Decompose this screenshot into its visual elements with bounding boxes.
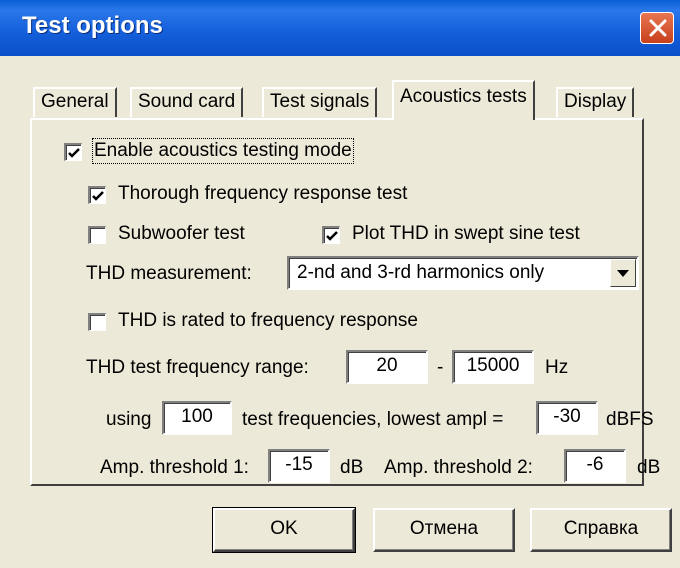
help-button[interactable]: Справка [530, 508, 672, 552]
tab-label: Acoustics tests [400, 86, 527, 107]
thd-rated-checkbox[interactable] [88, 313, 106, 331]
enable-acoustics-label[interactable]: Enable acoustics testing mode [92, 138, 354, 164]
threshold1-unit: dB [340, 457, 364, 478]
thd-measurement-select[interactable]: 2-nd and 3-rd harmonics only [287, 256, 639, 290]
threshold1-label: Amp. threshold 1: [100, 457, 249, 478]
tab-label: General [41, 91, 109, 112]
checkmark-icon [92, 191, 104, 201]
threshold1-input[interactable]: -15 [268, 449, 330, 483]
tab-label: Display [564, 91, 627, 112]
tab-label: Sound card [138, 91, 236, 112]
using-label: using [106, 409, 152, 430]
test-options-dialog: Test options General Sound card Test sig… [0, 0, 680, 568]
tab-label: Test signals [270, 91, 370, 112]
thd-measurement-label: THD measurement: [86, 263, 252, 284]
thorough-frequency-label[interactable]: Thorough frequency response test [118, 183, 407, 205]
chevron-down-icon [617, 270, 629, 277]
thd-range-label: THD test frequency range: [86, 357, 309, 378]
hz-unit-label: Hz [545, 357, 569, 378]
thd-measurement-value: 2-nd and 3-rd harmonics only [297, 262, 545, 283]
threshold2-label: Amp. threshold 2: [384, 457, 533, 478]
test-frequencies-count-input[interactable]: 100 [162, 401, 232, 435]
subwoofer-checkbox[interactable] [88, 226, 106, 244]
test-frequencies-label: test frequencies, lowest ampl = [242, 409, 504, 430]
dbfs-unit-label: dBFS [606, 409, 654, 430]
enable-acoustics-checkbox[interactable] [64, 143, 82, 161]
threshold2-input[interactable]: -6 [564, 449, 626, 483]
thd-range-to-input[interactable]: 15000 [452, 350, 534, 384]
tab-display[interactable]: Display [556, 87, 635, 117]
tab-acoustics-tests[interactable]: Acoustics tests [392, 80, 535, 120]
tab-sound-card[interactable]: Sound card [130, 87, 244, 117]
window-title: Test options [22, 12, 163, 39]
range-separator: - [437, 357, 444, 378]
close-icon [649, 19, 667, 37]
plot-thd-checkbox[interactable] [322, 226, 340, 244]
checkmark-icon [68, 148, 80, 158]
tab-test-signals[interactable]: Test signals [262, 87, 378, 117]
lowest-ampl-input[interactable]: -30 [536, 401, 598, 435]
tab-general[interactable]: General [33, 87, 117, 117]
cancel-button[interactable]: Отмена [373, 508, 515, 552]
ok-button[interactable]: OK [212, 507, 356, 553]
thd-range-from-input[interactable]: 20 [346, 350, 428, 384]
thorough-frequency-checkbox[interactable] [88, 186, 106, 204]
checkmark-icon [326, 231, 338, 241]
dropdown-button[interactable] [610, 259, 636, 287]
threshold2-unit: dB [637, 457, 661, 478]
close-button[interactable] [640, 12, 674, 44]
plot-thd-label[interactable]: Plot THD in swept sine test [352, 223, 580, 245]
thd-rated-label[interactable]: THD is rated to frequency response [118, 310, 418, 332]
subwoofer-label[interactable]: Subwoofer test [118, 223, 245, 245]
title-bar[interactable]: Test options [0, 0, 680, 56]
